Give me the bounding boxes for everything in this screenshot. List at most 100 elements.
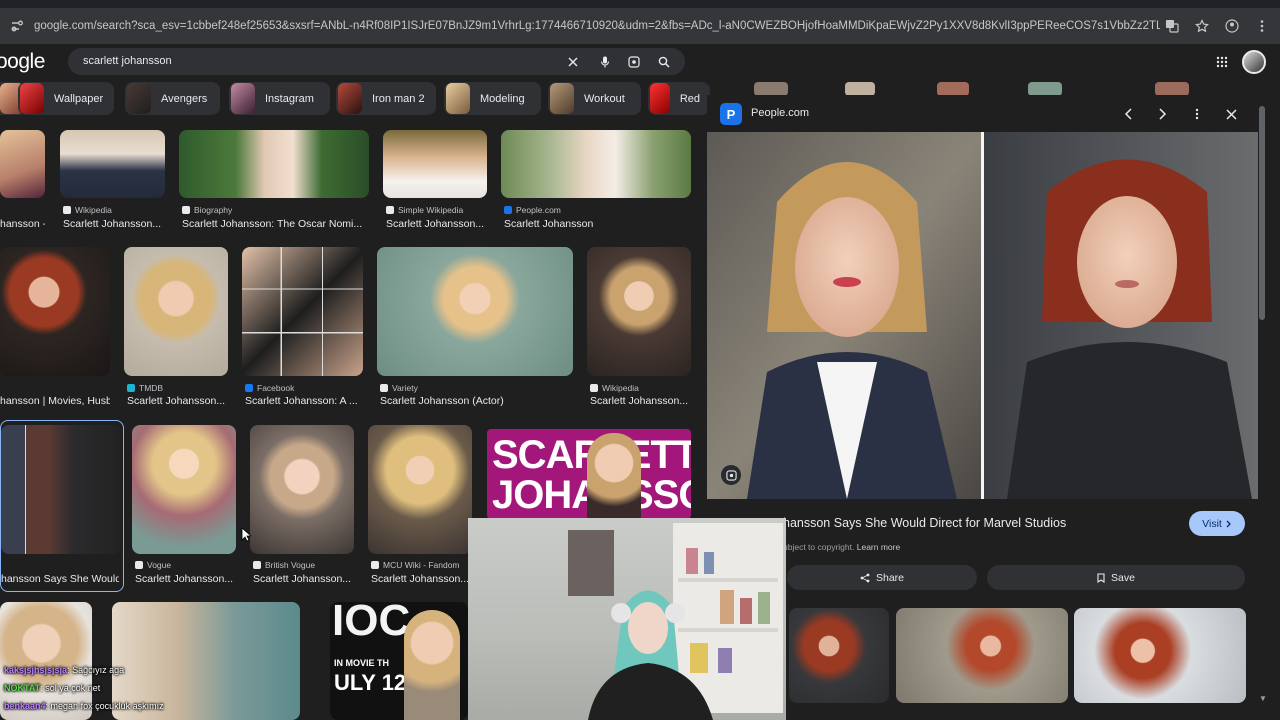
image-result[interactable]: hansson | Movies, Husb... (0, 247, 110, 412)
result-title[interactable]: hansson - ... (0, 218, 45, 230)
search-icon[interactable] (654, 52, 673, 71)
result-title[interactable]: Scarlett Johansson... (63, 218, 168, 230)
tmdb-icon (127, 384, 135, 392)
result-source: British Vogue (253, 560, 315, 570)
result-title[interactable]: Scarlett Johansson... (371, 573, 475, 585)
fandom-icon (371, 561, 379, 569)
poster-date: ULY 12 (334, 670, 407, 695)
result-title[interactable]: Scarlett Johansson (504, 218, 691, 230)
image-result[interactable]: SCARLETT JOHANSSON (487, 429, 691, 519)
chip-workout[interactable]: Workout (548, 82, 641, 115)
result-title[interactable]: Scarlett Johansson... (386, 218, 490, 230)
magazine-cover-face (587, 433, 641, 519)
result-thumbnail[interactable] (179, 130, 369, 198)
preview-image[interactable] (707, 132, 1258, 499)
result-title[interactable]: Scarlett Johansson... (253, 573, 357, 585)
lens-icon[interactable] (624, 52, 643, 71)
bookmark-star-icon[interactable] (1190, 14, 1214, 38)
clear-icon[interactable] (563, 52, 582, 71)
result-source-label: British Vogue (265, 560, 316, 570)
menu-dots-icon[interactable] (1250, 14, 1274, 38)
result-thumbnail[interactable]: IOC IN MOVIE TH ULY 12 (330, 602, 468, 720)
chip-iron-man-2[interactable]: Iron man 2 (336, 82, 436, 115)
result-thumbnail[interactable] (0, 247, 110, 376)
address-bar[interactable]: google.com/search?sca_esv=1cbbef248ef256… (0, 8, 1280, 44)
image-result[interactable]: TMDB Scarlett Johansson... (124, 247, 228, 412)
image-result[interactable]: Wikipedia Scarlett Johansson... (587, 247, 691, 412)
scroll-down-arrow-icon[interactable]: ▼ (1259, 694, 1267, 703)
people-logo-icon[interactable]: P (720, 103, 742, 125)
image-result[interactable]: Wikipedia Scarlett Johansson... (60, 130, 165, 230)
image-result-selected[interactable]: hansson Says She Would ... (0, 420, 124, 592)
chip-red[interactable]: Red (648, 82, 710, 115)
result-title[interactable]: hansson Says She Would ... (1, 573, 119, 585)
result-title[interactable]: Scarlett Johansson... (590, 395, 694, 407)
previous-icon[interactable] (1119, 104, 1139, 124)
result-title[interactable]: Scarlett Johansson... (127, 395, 231, 407)
chip-thumbnail (20, 83, 44, 114)
result-thumbnail[interactable] (587, 247, 691, 376)
result-thumbnail[interactable] (377, 247, 573, 376)
result-thumbnail[interactable] (368, 425, 472, 554)
image-result[interactable]: Facebook Scarlett Johansson: A ... (242, 247, 363, 412)
learn-more-link[interactable]: Learn more (857, 542, 900, 552)
apps-grid-icon[interactable] (1212, 52, 1232, 72)
result-title[interactable]: Scarlett Johansson: A ... (245, 395, 366, 407)
profile-icon[interactable] (1220, 14, 1244, 38)
chip-thumbnail (127, 83, 151, 114)
search-box[interactable]: scarlett johansson (68, 48, 685, 75)
chip-avengers[interactable]: Avengers (125, 82, 220, 115)
result-title[interactable]: Scarlett Johansson... (135, 573, 239, 585)
image-result[interactable]: Simple Wikipedia Scarlett Johansson... (383, 130, 487, 230)
chip-label: Modeling (480, 92, 525, 105)
result-thumbnail[interactable] (1, 425, 121, 554)
image-result[interactable]: IOC IN MOVIE TH ULY 12 (330, 602, 468, 720)
chip-modeling[interactable]: Modeling (444, 82, 541, 115)
result-thumbnail[interactable] (124, 247, 228, 376)
related-image[interactable] (896, 608, 1068, 703)
result-thumbnail[interactable] (383, 130, 487, 198)
image-result[interactable]: hansson - ... (0, 130, 45, 230)
google-logo[interactable]: oogle (0, 50, 45, 74)
result-title[interactable]: hansson | Movies, Husb... (0, 395, 110, 407)
more-options-icon[interactable] (1187, 104, 1207, 124)
result-thumbnail[interactable] (60, 130, 165, 198)
translate-icon[interactable] (1160, 14, 1184, 38)
chip-wallpaper[interactable]: Wallpaper (18, 82, 114, 115)
lens-search-icon[interactable] (721, 465, 741, 485)
result-thumbnail[interactable] (250, 425, 354, 554)
result-thumbnail[interactable] (242, 247, 363, 376)
mic-icon[interactable] (595, 52, 614, 71)
share-button[interactable]: Share (787, 565, 977, 590)
image-result[interactable]: MCU Wiki - Fandom Scarlett Johansson... (368, 425, 472, 590)
visit-button[interactable]: Visit (1189, 511, 1245, 536)
preview-title[interactable]: hansson Says She Would Direct for Marvel… (783, 516, 1066, 530)
panel-site-name[interactable]: People.com (751, 107, 809, 119)
image-result[interactable]: Variety Scarlett Johansson (Actor) (377, 247, 573, 412)
image-result[interactable]: Vogue Scarlett Johansson... (132, 425, 236, 590)
close-icon[interactable] (1221, 104, 1241, 124)
panel-scrollbar[interactable] (1259, 106, 1265, 320)
result-title[interactable]: Scarlett Johansson: The Oscar Nomi... (182, 218, 369, 230)
result-thumbnail[interactable] (501, 130, 691, 198)
result-source: TMDB (127, 383, 163, 393)
next-icon[interactable] (1152, 104, 1172, 124)
chip-instagram[interactable]: Instagram (229, 82, 330, 115)
chip-thumbnail (650, 83, 670, 114)
related-image[interactable] (1074, 608, 1246, 703)
result-title[interactable]: Scarlett Johansson (Actor) (380, 395, 573, 407)
result-thumbnail[interactable]: SCARLETT JOHANSSON (487, 429, 691, 519)
image-result[interactable]: Biography Scarlett Johansson: The Oscar … (179, 130, 369, 230)
related-image[interactable] (789, 608, 889, 703)
image-result[interactable]: British Vogue Scarlett Johansson... (250, 425, 354, 590)
account-avatar[interactable] (1242, 50, 1266, 74)
result-thumbnail[interactable] (0, 130, 45, 198)
chip-label: Avengers (161, 92, 208, 105)
save-button[interactable]: Save (987, 565, 1245, 590)
chip-thumbnail (231, 83, 255, 114)
result-thumbnail[interactable] (132, 425, 236, 554)
url-text[interactable]: google.com/search?sca_esv=1cbbef248ef256… (28, 20, 1160, 32)
image-result[interactable]: People.com Scarlett Johansson (501, 130, 691, 230)
site-settings-icon[interactable] (6, 15, 28, 37)
search-input[interactable]: scarlett johansson (83, 55, 172, 67)
